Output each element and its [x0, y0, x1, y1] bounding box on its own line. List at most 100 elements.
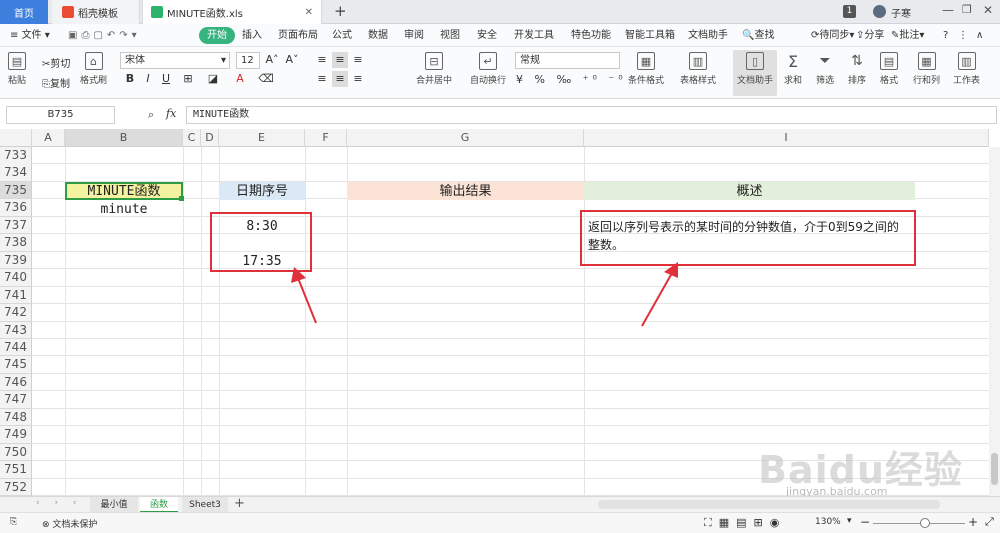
- menu-formula[interactable]: 公式: [332, 28, 352, 43]
- doc-assist-label: 文档助手: [737, 76, 774, 86]
- menu-smart-tools[interactable]: 智能工具箱: [625, 28, 675, 43]
- menu-features[interactable]: 特色功能: [571, 28, 611, 43]
- merge-center-button[interactable]: ⊟ 合并居中: [416, 52, 452, 86]
- menu-security[interactable]: 安全: [477, 28, 497, 43]
- menu-start[interactable]: 开始: [199, 27, 235, 44]
- new-tab-icon[interactable]: +: [334, 2, 347, 20]
- align-left-icon[interactable]: ≡: [314, 71, 330, 87]
- paste-button[interactable]: ▤ 粘贴: [8, 52, 26, 86]
- bold-icon[interactable]: B: [122, 71, 138, 87]
- arrow-line-dates: [297, 277, 317, 324]
- spreadsheet-grid[interactable]: A B C D E F G I 733 734 735 736 737 738 739 740…: [0, 129, 1000, 496]
- close-tab-icon[interactable]: ✕: [305, 7, 313, 18]
- italic-icon[interactable]: I: [140, 71, 156, 87]
- sheet-tab-sheet3[interactable]: Sheet3: [182, 497, 228, 513]
- number-format-icons[interactable]: ¥ % ‰ ⁺⁰ ⁻⁰: [516, 73, 627, 86]
- help-icon[interactable]: ?: [943, 28, 948, 43]
- zoom-level[interactable]: 130%: [815, 517, 841, 527]
- decrease-font-icon[interactable]: A˅: [284, 52, 300, 68]
- border-icon[interactable]: ⊞: [180, 71, 196, 87]
- tab-home[interactable]: 首页: [0, 0, 48, 24]
- minimize-icon[interactable]: —: [942, 3, 954, 17]
- tab-template[interactable]: 稻壳模板: [52, 0, 140, 24]
- number-format-select[interactable]: 常规: [515, 52, 620, 69]
- sum-button[interactable]: Σ 求和: [784, 52, 803, 87]
- sort-label: 排序: [848, 76, 867, 86]
- menu-review[interactable]: 审阅: [404, 28, 424, 43]
- sync-label: 待同步: [819, 30, 850, 41]
- avatar[interactable]: [873, 5, 886, 18]
- name-box[interactable]: B735: [6, 106, 115, 124]
- annotate-button[interactable]: ✎批注▾: [891, 28, 924, 43]
- table-style-button[interactable]: ▥ 表格样式: [680, 52, 716, 86]
- menu-doc-assistant[interactable]: 文档助手: [688, 28, 728, 43]
- row-col-button[interactable]: ▦ 行和列: [913, 52, 940, 86]
- view-mode-icons[interactable]: ⛶▦▤⊞◉: [704, 516, 786, 530]
- zoom-out-icon[interactable]: −: [860, 515, 870, 529]
- doc-assistant-inner[interactable]: ▯ 文档助手: [737, 52, 773, 86]
- sheet-tab-function[interactable]: 函数: [140, 497, 178, 513]
- sort-button[interactable]: ⇅ 排序: [848, 52, 866, 86]
- menu-data[interactable]: 数据: [368, 28, 388, 43]
- search-button[interactable]: 🔍查找: [742, 28, 774, 43]
- conditional-format-button[interactable]: ▦ 条件格式: [628, 52, 664, 86]
- tab-file[interactable]: MINUTE函数.xls ✕: [142, 0, 322, 24]
- quick-access-icons[interactable]: ▣⎙▢↶↷▾: [68, 28, 141, 43]
- increase-font-icon[interactable]: A˄: [264, 52, 280, 68]
- status-macro-icon[interactable]: ⎘: [10, 517, 17, 527]
- wrap-text-button[interactable]: ↵ 自动换行: [470, 52, 506, 86]
- formula-input[interactable]: MINUTE函数: [186, 106, 997, 124]
- more-icon[interactable]: ⋮: [958, 28, 968, 43]
- font-name-select[interactable]: 宋体 ▾: [120, 52, 230, 69]
- add-sheet-icon[interactable]: +: [234, 496, 245, 511]
- fx-icon[interactable]: fx: [166, 107, 176, 120]
- paste-label: 粘贴: [8, 76, 27, 86]
- number-format-value: 常规: [520, 55, 540, 66]
- format-painter-label: 格式刷: [80, 76, 108, 86]
- zoom-slider-track[interactable]: [873, 523, 965, 524]
- cut-button[interactable]: ✂剪切: [42, 55, 70, 70]
- sync-button[interactable]: ⟳待同步▾: [811, 28, 854, 43]
- font-size-select[interactable]: 12: [236, 52, 260, 69]
- format-painter-button[interactable]: ⌂ 格式刷: [80, 52, 107, 86]
- window-count-badge[interactable]: 1: [843, 5, 856, 18]
- zoom-in-icon[interactable]: +: [968, 515, 978, 529]
- sheet-tab-min[interactable]: 最小值: [90, 497, 138, 513]
- scroll-thumb[interactable]: [991, 453, 998, 485]
- vertical-scrollbar[interactable]: [989, 147, 1000, 496]
- worksheet-button[interactable]: ▥ 工作表: [953, 52, 980, 86]
- filter-button[interactable]: ⏷ 筛选: [816, 52, 834, 86]
- worksheet-icon: ▥: [957, 52, 976, 70]
- user-name[interactable]: 子寒: [891, 5, 911, 20]
- font-color-icon[interactable]: A: [232, 71, 248, 87]
- fullscreen-icon[interactable]: ⤢: [985, 515, 994, 529]
- zoom-dropdown-icon[interactable]: ▾: [847, 516, 852, 526]
- menu-page-layout[interactable]: 页面布局: [278, 28, 318, 43]
- horizontal-scrollbar[interactable]: [598, 500, 940, 509]
- format-button[interactable]: ▤ 格式: [880, 52, 898, 86]
- protect-status[interactable]: ⊗ 文档未保护: [42, 517, 97, 530]
- title-tab-bar: 首页 稻壳模板 MINUTE函数.xls ✕ + 1 子寒 — ❐ ✕: [0, 0, 1000, 24]
- tab-template-label: 稻壳模板: [78, 8, 118, 20]
- underline-icon[interactable]: U: [158, 71, 174, 87]
- menu-developer[interactable]: 开发工具: [514, 28, 554, 43]
- align-top-icon[interactable]: ≡: [314, 52, 330, 68]
- zoom-slider-thumb[interactable]: [920, 518, 930, 528]
- menu-insert[interactable]: 插入: [242, 28, 262, 43]
- zoom-search-icon[interactable]: ⌕: [148, 108, 154, 122]
- close-window-icon[interactable]: ✕: [983, 3, 993, 17]
- align-middle-icon[interactable]: ≡: [332, 52, 348, 68]
- collapse-ribbon-icon[interactable]: ∧: [976, 28, 983, 43]
- menu-file[interactable]: ≡ 文件 ▾: [10, 28, 50, 43]
- fill-color-icon[interactable]: ◪: [205, 71, 221, 87]
- sheet-tab-bar: ‹ › ‹ › 最小值 函数 Sheet3 +: [0, 496, 1000, 513]
- sum-label: 求和: [784, 76, 803, 86]
- menu-view[interactable]: 视图: [440, 28, 460, 43]
- align-bottom-icon[interactable]: ≡: [350, 52, 366, 68]
- restore-icon[interactable]: ❐: [962, 3, 972, 16]
- align-center-icon[interactable]: ≡: [332, 71, 348, 87]
- align-right-icon[interactable]: ≡: [350, 71, 366, 87]
- copy-button[interactable]: ⎘复制: [42, 75, 70, 90]
- clear-format-icon[interactable]: ⌫: [258, 71, 274, 87]
- share-button[interactable]: ⇪分享: [856, 28, 884, 43]
